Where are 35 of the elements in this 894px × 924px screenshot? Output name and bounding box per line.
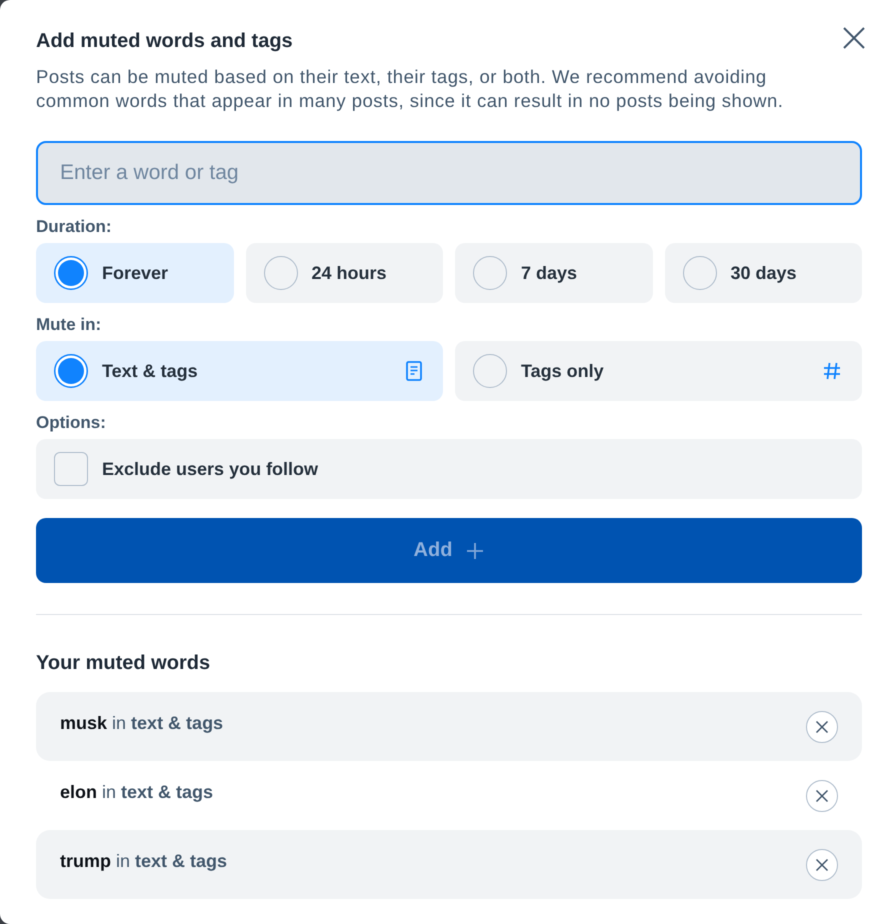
document-icon	[406, 361, 422, 381]
dialog-description: Posts can be muted based on their text, their tags, or both. We recommend avoiding common words that appear in many posts, since it can result in no posts being shown.	[36, 65, 784, 113]
close-icon	[815, 720, 829, 734]
muted-word-text: trump in text & tags	[60, 850, 228, 872]
word-input[interactable]: Enter a word or tag	[36, 141, 862, 205]
section-label: Duration:	[36, 216, 113, 238]
section-label: Mute in:	[36, 314, 102, 336]
radio-button[interactable]	[682, 256, 716, 290]
close-icon	[815, 858, 829, 872]
remove-button[interactable]	[806, 848, 838, 880]
muted-word-text: musk in text & tags	[60, 712, 224, 734]
radio-option[interactable]: Tags only	[455, 341, 862, 401]
radio-option[interactable]: 30 days	[664, 243, 862, 303]
hash-icon	[823, 362, 841, 380]
muted-word-text: elon in text & tags	[60, 780, 214, 802]
radio-button[interactable]	[473, 354, 507, 388]
radio-button[interactable]	[54, 354, 88, 388]
dialog-title: Add muted words and tags	[36, 29, 293, 53]
checkbox[interactable]	[54, 452, 88, 486]
section-heading: Your muted words	[36, 651, 212, 675]
radio-option[interactable]: Text & tags	[36, 341, 443, 401]
radio-button[interactable]	[54, 256, 88, 290]
radio-button[interactable]	[264, 256, 298, 290]
plus-icon	[466, 542, 484, 560]
close-icon	[815, 788, 829, 802]
close-button[interactable]	[842, 26, 866, 50]
radio-option[interactable]: 24 hours	[246, 243, 443, 303]
remove-button[interactable]	[806, 710, 838, 742]
remove-button[interactable]	[806, 780, 838, 812]
radio-option[interactable]: 7 days	[455, 243, 652, 303]
radio-option[interactable]: Forever	[36, 243, 234, 303]
radio-button[interactable]	[473, 256, 507, 290]
close-icon	[842, 26, 866, 50]
checkbox-option[interactable]: Exclude users you follow	[36, 439, 862, 499]
section-label: Options:	[36, 412, 107, 434]
